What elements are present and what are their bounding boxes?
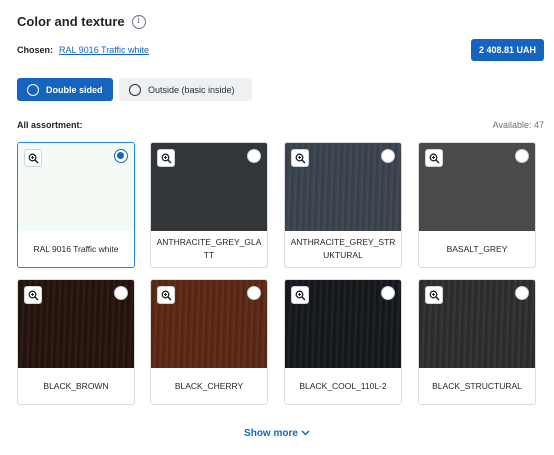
info-icon[interactable]: i — [131, 14, 146, 29]
color-card[interactable]: ANTHRACITE_GREY_STRUKTURAL — [284, 142, 402, 268]
zoom-in-icon[interactable] — [157, 286, 175, 304]
section-header: Color and texture i — [17, 14, 146, 29]
select-radio[interactable] — [381, 286, 395, 300]
zoom-in-icon[interactable] — [24, 286, 42, 304]
show-more-label: Show more — [244, 428, 298, 439]
color-name: ANTHRACITE_GREY_GLATT — [156, 237, 262, 260]
chosen-row: Chosen: RAL 9016 Traffic white — [17, 45, 149, 55]
color-name: BLACK_COOL_110L-2 — [299, 380, 387, 391]
color-name: BASALT_GREY — [446, 243, 508, 254]
color-name: BLACK_BROWN — [43, 380, 109, 391]
select-radio[interactable] — [515, 149, 529, 163]
toggle-double-sided[interactable]: Double sided — [17, 78, 113, 101]
color-card[interactable]: BLACK_STRUCTURAL — [418, 279, 536, 405]
color-name: ANTHRACITE_GREY_STRUKTURAL — [290, 237, 396, 260]
zoom-in-icon[interactable] — [291, 286, 309, 304]
chevron-down-icon — [301, 428, 310, 439]
color-card[interactable]: BLACK_CHERRY — [150, 279, 268, 405]
toggle-label: Outside (basic inside) — [148, 84, 235, 95]
toggle-label: Double sided — [46, 84, 103, 95]
section-title: Color and texture — [17, 14, 125, 29]
color-name: BLACK_STRUCTURAL — [432, 380, 522, 391]
color-card[interactable]: ANTHRACITE_GREY_GLATT — [150, 142, 268, 268]
color-card[interactable]: BASALT_GREY — [418, 142, 536, 268]
select-radio[interactable] — [114, 149, 128, 163]
select-radio[interactable] — [114, 286, 128, 300]
select-radio[interactable] — [247, 286, 261, 300]
show-more-button[interactable]: Show more — [0, 428, 554, 439]
color-name: RAL 9016 Traffic white — [33, 243, 119, 254]
chosen-label: Chosen: — [17, 45, 53, 55]
price-badge: 2 408.81 UAH — [470, 39, 544, 61]
toggle-outside-basic-inside[interactable]: Outside (basic inside) — [119, 78, 252, 101]
available-count: Available: 47 — [492, 120, 544, 130]
color-card[interactable]: BLACK_COOL_110L-2 — [284, 279, 402, 405]
color-card[interactable]: BLACK_BROWN — [17, 279, 135, 405]
select-radio[interactable] — [247, 149, 261, 163]
zoom-in-icon[interactable] — [425, 286, 443, 304]
radio-icon — [27, 83, 39, 96]
color-card[interactable]: RAL 9016 Traffic white — [17, 142, 135, 268]
radio-icon — [129, 83, 141, 96]
assortment-label: All assortment: — [17, 120, 83, 130]
zoom-in-icon[interactable] — [24, 149, 42, 167]
zoom-in-icon[interactable] — [291, 149, 309, 167]
select-radio[interactable] — [515, 286, 529, 300]
color-name: BLACK_CHERRY — [174, 380, 244, 391]
zoom-in-icon[interactable] — [157, 149, 175, 167]
zoom-in-icon[interactable] — [425, 149, 443, 167]
select-radio[interactable] — [381, 149, 395, 163]
chosen-color-link[interactable]: RAL 9016 Traffic white — [59, 45, 149, 55]
